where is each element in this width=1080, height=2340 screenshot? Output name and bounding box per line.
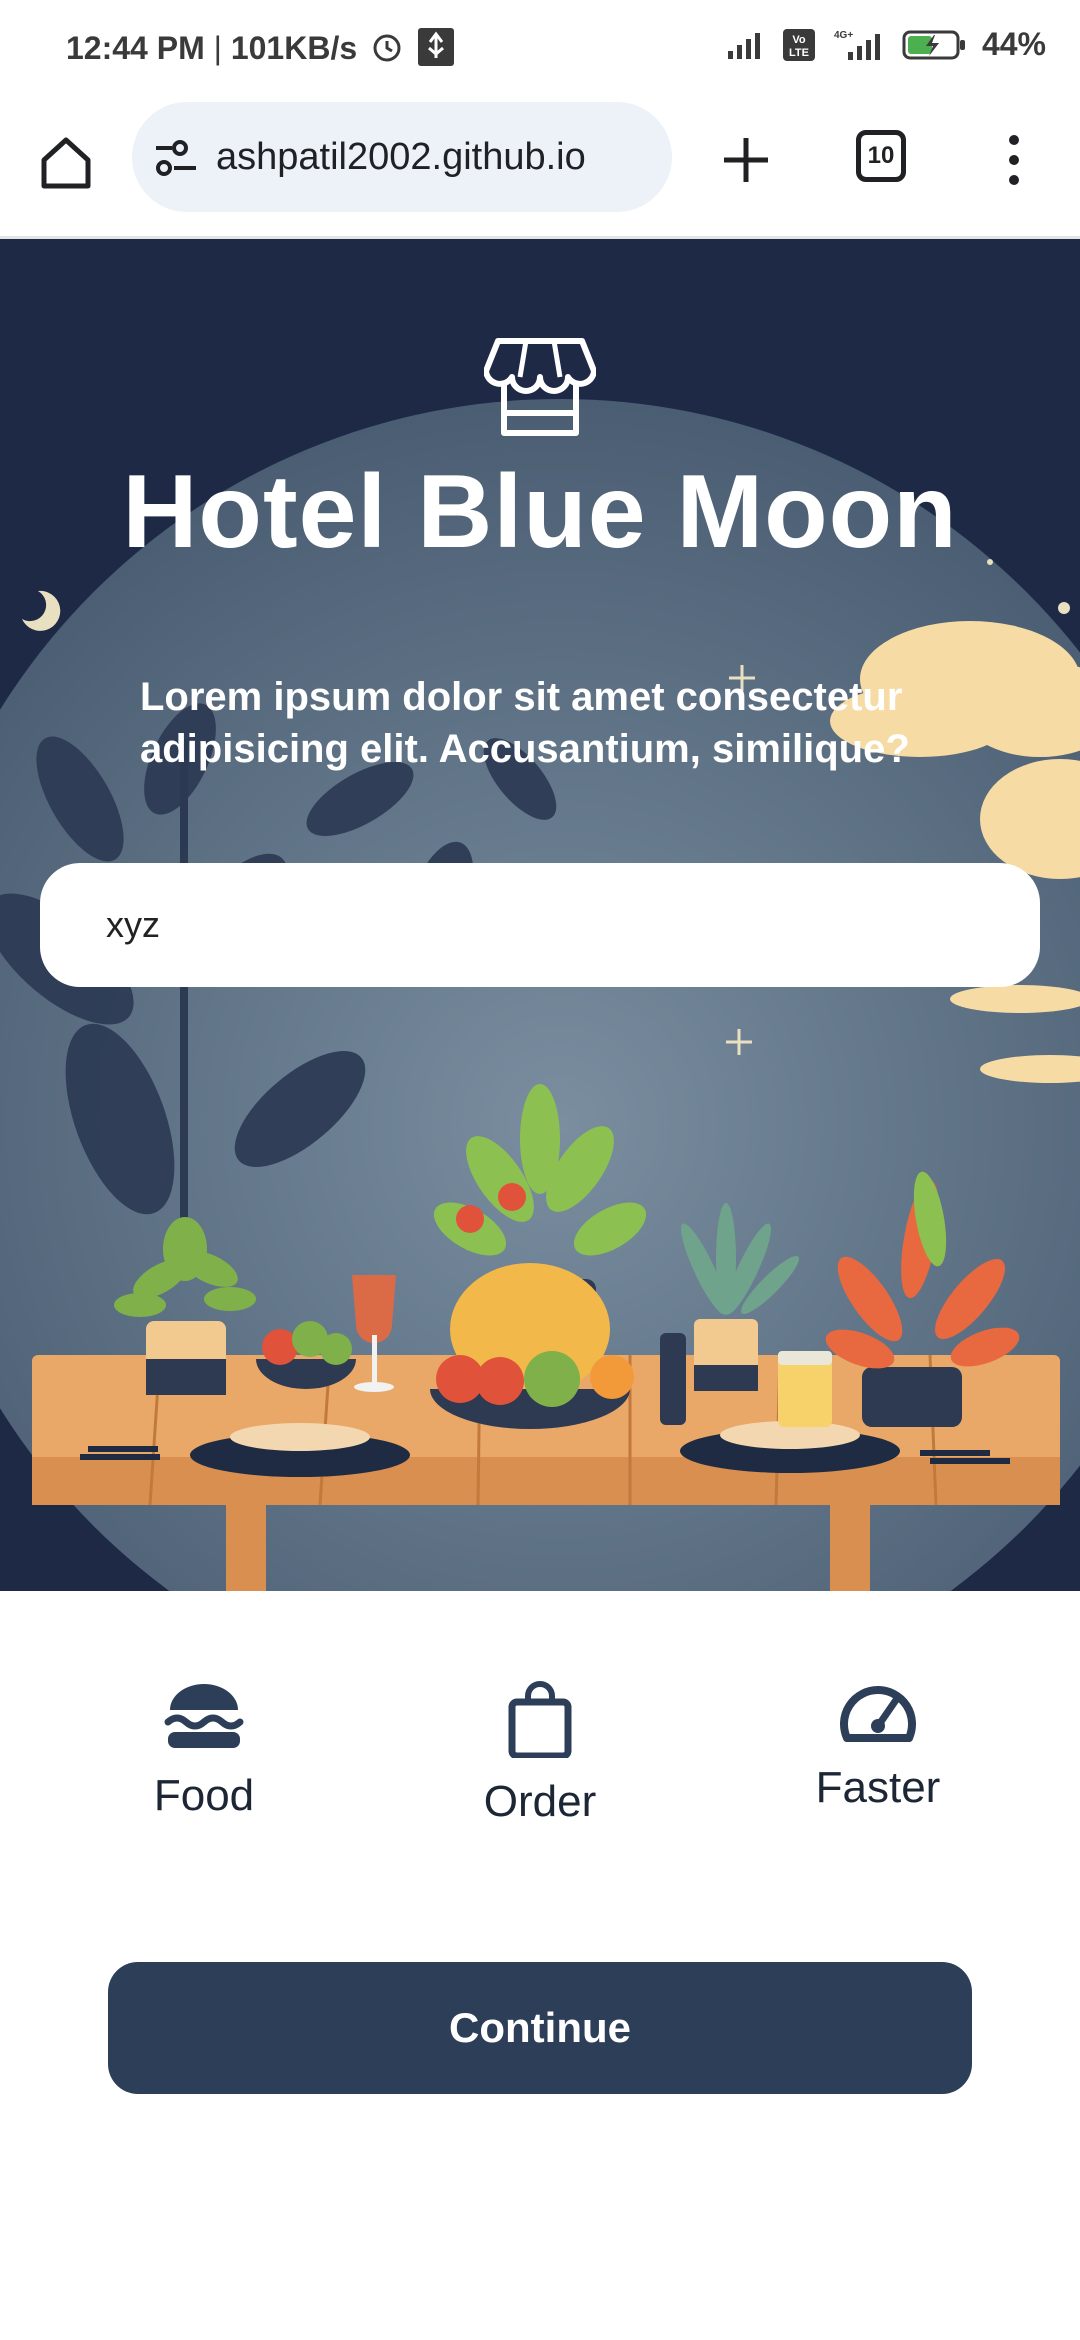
- url-text: ashpatil2002.github.io: [216, 136, 586, 178]
- battery-percent: 44%: [981, 26, 1046, 62]
- page-title: Hotel Blue Moon: [122, 454, 958, 570]
- svg-text:Vo: Vo: [792, 34, 806, 46]
- speedometer-icon: [840, 1686, 916, 1742]
- svg-text:LTE: LTE: [789, 47, 809, 59]
- signal-4g-icon: 4G+: [834, 30, 880, 60]
- battery-charging-icon: [902, 30, 965, 59]
- feature-order: Order: [420, 1680, 660, 1827]
- feature-food-label: Food: [153, 1771, 255, 1820]
- address-bar[interactable]: ashpatil2002.github.io: [132, 102, 672, 212]
- new-tab-icon[interactable]: [714, 128, 778, 192]
- alarm-icon: [373, 34, 401, 62]
- continue-button[interactable]: Continue: [108, 1962, 972, 2094]
- status-notification-icons: [370, 28, 454, 66]
- browser-toolbar: ashpatil2002.github.io 10: [0, 100, 1080, 239]
- more-menu-icon[interactable]: [1004, 128, 1024, 192]
- usb-icon: [418, 28, 454, 66]
- tabs-icon[interactable]: 10: [856, 130, 906, 182]
- hero-subtitle: Lorem ipsum dolor sit amet consectetur a…: [140, 675, 910, 771]
- signal-icon: [727, 32, 760, 59]
- name-input[interactable]: [40, 863, 1040, 987]
- burger-icon: [164, 1684, 244, 1748]
- volte-icon: VoLTE: [782, 28, 815, 61]
- hero-section: Hotel Blue Moon Lorem ipsum dolor sit am…: [0, 239, 1080, 1591]
- feature-faster-label: Faster: [815, 1763, 941, 1812]
- home-icon[interactable]: [34, 130, 98, 194]
- tab-count: 10: [867, 142, 895, 169]
- feature-faster: Faster: [758, 1680, 998, 1813]
- feature-order-label: Order: [483, 1777, 597, 1826]
- store-icon: [484, 338, 596, 436]
- svg-text:4G+: 4G+: [834, 30, 853, 41]
- status-system-icons: Vo LTE 4G+ 44%: [726, 26, 1046, 63]
- feature-food: Food: [84, 1680, 324, 1821]
- shopping-bag-icon: [508, 1681, 572, 1760]
- status-time: 12:44 PM | 101KB/s: [66, 30, 358, 66]
- status-bar: 12:44 PM | 101KB/s Vo LTE 4G+ 44%: [0, 0, 1080, 100]
- site-settings-icon[interactable]: [154, 138, 200, 178]
